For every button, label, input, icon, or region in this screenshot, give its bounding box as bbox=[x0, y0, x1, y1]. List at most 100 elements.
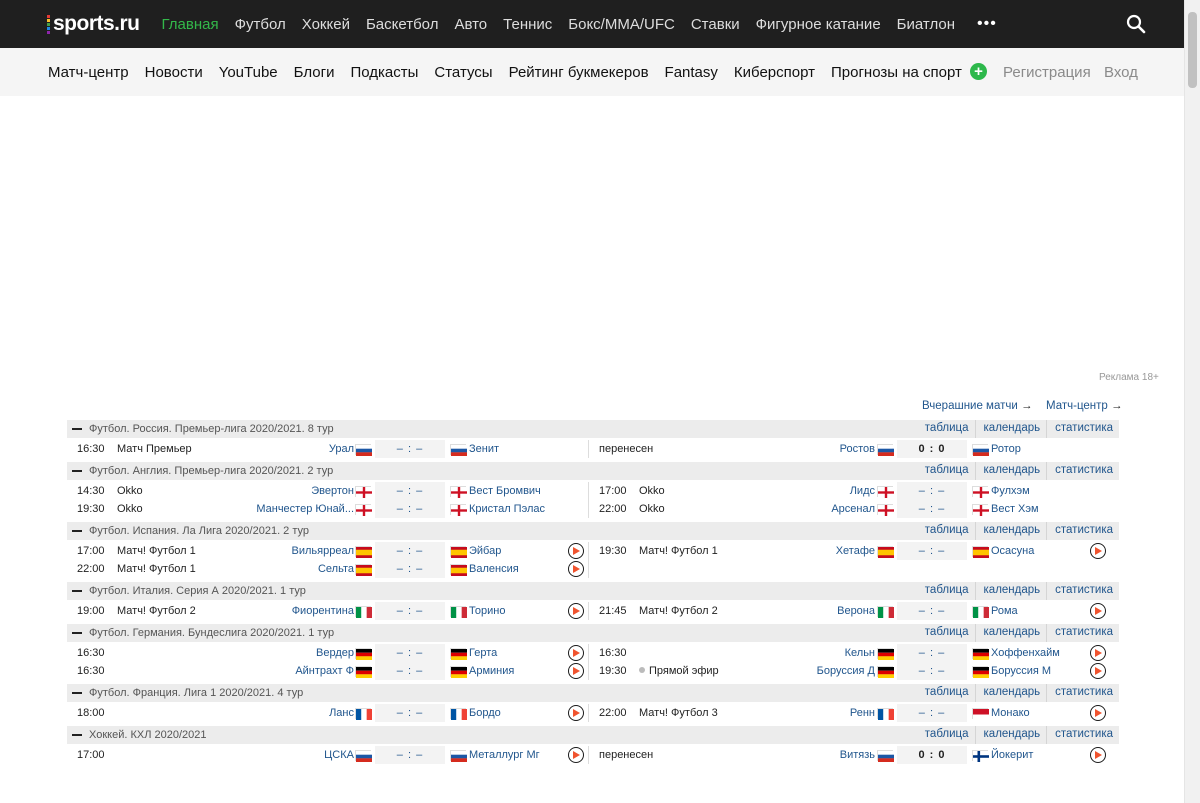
match[interactable]: перенесен Витязь 0 : 0 Йокерит bbox=[588, 746, 1113, 764]
away-team[interactable]: Осасуна bbox=[991, 545, 1034, 557]
match-score[interactable]: – : – bbox=[897, 500, 967, 518]
away-team[interactable]: Металлург Мг bbox=[469, 749, 540, 761]
match[interactable]: 16:30 Вердер – : – Герта bbox=[67, 644, 592, 662]
match[interactable]: 16:30 Айнтрахт Ф – : – Арминия bbox=[67, 662, 592, 680]
play-icon[interactable] bbox=[1090, 705, 1106, 721]
match[interactable]: перенесен Ростов 0 : 0 Ротор bbox=[588, 440, 1113, 458]
calendar-link[interactable]: календарь bbox=[974, 462, 1047, 480]
stats-link[interactable]: статистика bbox=[1046, 582, 1119, 600]
home-team[interactable]: Кельн bbox=[845, 647, 875, 659]
home-team[interactable]: Фиорентина bbox=[292, 605, 354, 617]
match-score[interactable]: – : – bbox=[897, 704, 967, 722]
play-icon[interactable] bbox=[568, 705, 584, 721]
home-team[interactable]: Хетафе bbox=[836, 545, 875, 557]
play-icon[interactable] bbox=[568, 561, 584, 577]
away-team[interactable]: Монако bbox=[991, 707, 1030, 719]
collapse-icon[interactable] bbox=[72, 692, 82, 694]
match-score[interactable]: – : – bbox=[897, 644, 967, 662]
subnav-item[interactable]: Прогнозы на спорт bbox=[831, 64, 962, 81]
away-team[interactable]: Бордо bbox=[469, 707, 501, 719]
match[interactable]: 22:00 Okko Арсенал – : – Вест Хэм bbox=[588, 500, 1113, 518]
scrollbar-thumb[interactable] bbox=[1188, 12, 1197, 88]
home-team[interactable]: Лидс bbox=[850, 485, 875, 497]
play-icon[interactable] bbox=[568, 543, 584, 559]
match[interactable]: 18:00 Ланс – : – Бордо bbox=[67, 704, 592, 722]
match-score[interactable]: 0 : 0 bbox=[897, 440, 967, 458]
match[interactable] bbox=[588, 560, 1113, 578]
topnav-item[interactable]: Ставки bbox=[691, 16, 740, 33]
home-team[interactable]: Вердер bbox=[316, 647, 354, 659]
away-team[interactable]: Арминия bbox=[469, 665, 514, 677]
away-team[interactable]: Зенит bbox=[469, 443, 499, 455]
match-center-link[interactable]: Матч-центр → bbox=[1046, 400, 1123, 412]
topnav-item[interactable]: Биатлон bbox=[897, 16, 955, 33]
away-team[interactable]: Герта bbox=[469, 647, 497, 659]
play-icon[interactable] bbox=[568, 603, 584, 619]
match-score[interactable]: – : – bbox=[375, 560, 445, 578]
collapse-icon[interactable] bbox=[72, 590, 82, 592]
register-link[interactable]: Регистрация bbox=[1003, 64, 1091, 81]
table-link[interactable]: таблица bbox=[917, 624, 975, 642]
away-team[interactable]: Йокерит bbox=[991, 749, 1033, 761]
subnav-item[interactable]: Блоги bbox=[294, 64, 335, 81]
away-team[interactable]: Рома bbox=[991, 605, 1018, 617]
match[interactable]: 19:30 Okko Манчестер Юнай... – : – Крист… bbox=[67, 500, 592, 518]
topnav-item[interactable]: Авто bbox=[454, 16, 487, 33]
home-team[interactable]: Манчестер Юнай... bbox=[256, 503, 354, 515]
scrollbar[interactable] bbox=[1184, 0, 1200, 803]
play-icon[interactable] bbox=[1090, 543, 1106, 559]
table-link[interactable]: таблица bbox=[917, 582, 975, 600]
match[interactable]: 19:30 Прямой эфир Боруссия Д – : – Борус… bbox=[588, 662, 1113, 680]
collapse-icon[interactable] bbox=[72, 632, 82, 634]
plus-icon[interactable]: + bbox=[970, 63, 987, 80]
home-team[interactable]: Витязь bbox=[840, 749, 875, 761]
stats-link[interactable]: статистика bbox=[1046, 420, 1119, 438]
home-team[interactable]: Арсенал bbox=[831, 503, 875, 515]
subnav-item[interactable]: Рейтинг букмекеров bbox=[509, 64, 649, 81]
calendar-link[interactable]: календарь bbox=[974, 582, 1047, 600]
match[interactable]: 22:00 Матч! Футбол 1 Сельта – : – Валенс… bbox=[67, 560, 592, 578]
table-link[interactable]: таблица bbox=[917, 462, 975, 480]
away-team[interactable]: Фулхэм bbox=[991, 485, 1030, 497]
home-team[interactable]: Вильярреал bbox=[292, 545, 354, 557]
away-team[interactable]: Ротор bbox=[991, 443, 1021, 455]
subnav-item[interactable]: Fantasy bbox=[665, 64, 718, 81]
away-team[interactable]: Кристал Пэлас bbox=[469, 503, 545, 515]
match-score[interactable]: 0 : 0 bbox=[897, 746, 967, 764]
home-team[interactable]: Боруссия Д bbox=[817, 665, 875, 677]
home-team[interactable]: Ростов bbox=[840, 443, 875, 455]
logo[interactable]: sports.ru bbox=[47, 12, 140, 36]
subnav-item[interactable]: Статусы bbox=[434, 64, 492, 81]
home-team[interactable]: Сельта bbox=[318, 563, 354, 575]
match[interactable]: 17:00 Okko Лидс – : – Фулхэм bbox=[588, 482, 1113, 500]
stats-link[interactable]: статистика bbox=[1046, 522, 1119, 540]
subnav-item[interactable]: Киберспорт bbox=[734, 64, 815, 81]
table-link[interactable]: таблица bbox=[917, 522, 975, 540]
match[interactable]: 16:30 Матч Премьер Урал – : – Зенит bbox=[67, 440, 592, 458]
match[interactable]: 17:00 ЦСКА – : – Металлург Мг bbox=[67, 746, 592, 764]
stats-link[interactable]: статистика bbox=[1046, 624, 1119, 642]
match-score[interactable]: – : – bbox=[375, 746, 445, 764]
home-team[interactable]: Урал bbox=[329, 443, 354, 455]
match-score[interactable]: – : – bbox=[375, 644, 445, 662]
subnav-item[interactable]: Новости bbox=[145, 64, 203, 81]
match-score[interactable]: – : – bbox=[375, 704, 445, 722]
play-icon[interactable] bbox=[1090, 645, 1106, 661]
topnav-item[interactable]: Теннис bbox=[503, 16, 552, 33]
match-score[interactable]: – : – bbox=[375, 662, 445, 680]
search-icon[interactable] bbox=[1126, 14, 1146, 34]
match[interactable]: 16:30 Кельн – : – Хоффенхайм bbox=[588, 644, 1113, 662]
topnav-item[interactable]: Фигурное катание bbox=[756, 16, 881, 33]
match-score[interactable]: – : – bbox=[897, 482, 967, 500]
login-link[interactable]: Вход bbox=[1104, 64, 1138, 81]
yesterday-matches-link[interactable]: Вчерашние матчи → bbox=[922, 400, 1033, 412]
calendar-link[interactable]: календарь bbox=[974, 624, 1047, 642]
match[interactable]: 14:30 Okko Эвертон – : – Вест Бромвич bbox=[67, 482, 592, 500]
subnav-item[interactable]: YouTube bbox=[219, 64, 278, 81]
away-team[interactable]: Вест Хэм bbox=[991, 503, 1039, 515]
calendar-link[interactable]: календарь bbox=[974, 726, 1047, 744]
play-icon[interactable] bbox=[568, 645, 584, 661]
match[interactable]: 21:45 Матч! Футбол 2 Верона – : – Рома bbox=[588, 602, 1113, 620]
play-icon[interactable] bbox=[568, 663, 584, 679]
table-link[interactable]: таблица bbox=[917, 684, 975, 702]
